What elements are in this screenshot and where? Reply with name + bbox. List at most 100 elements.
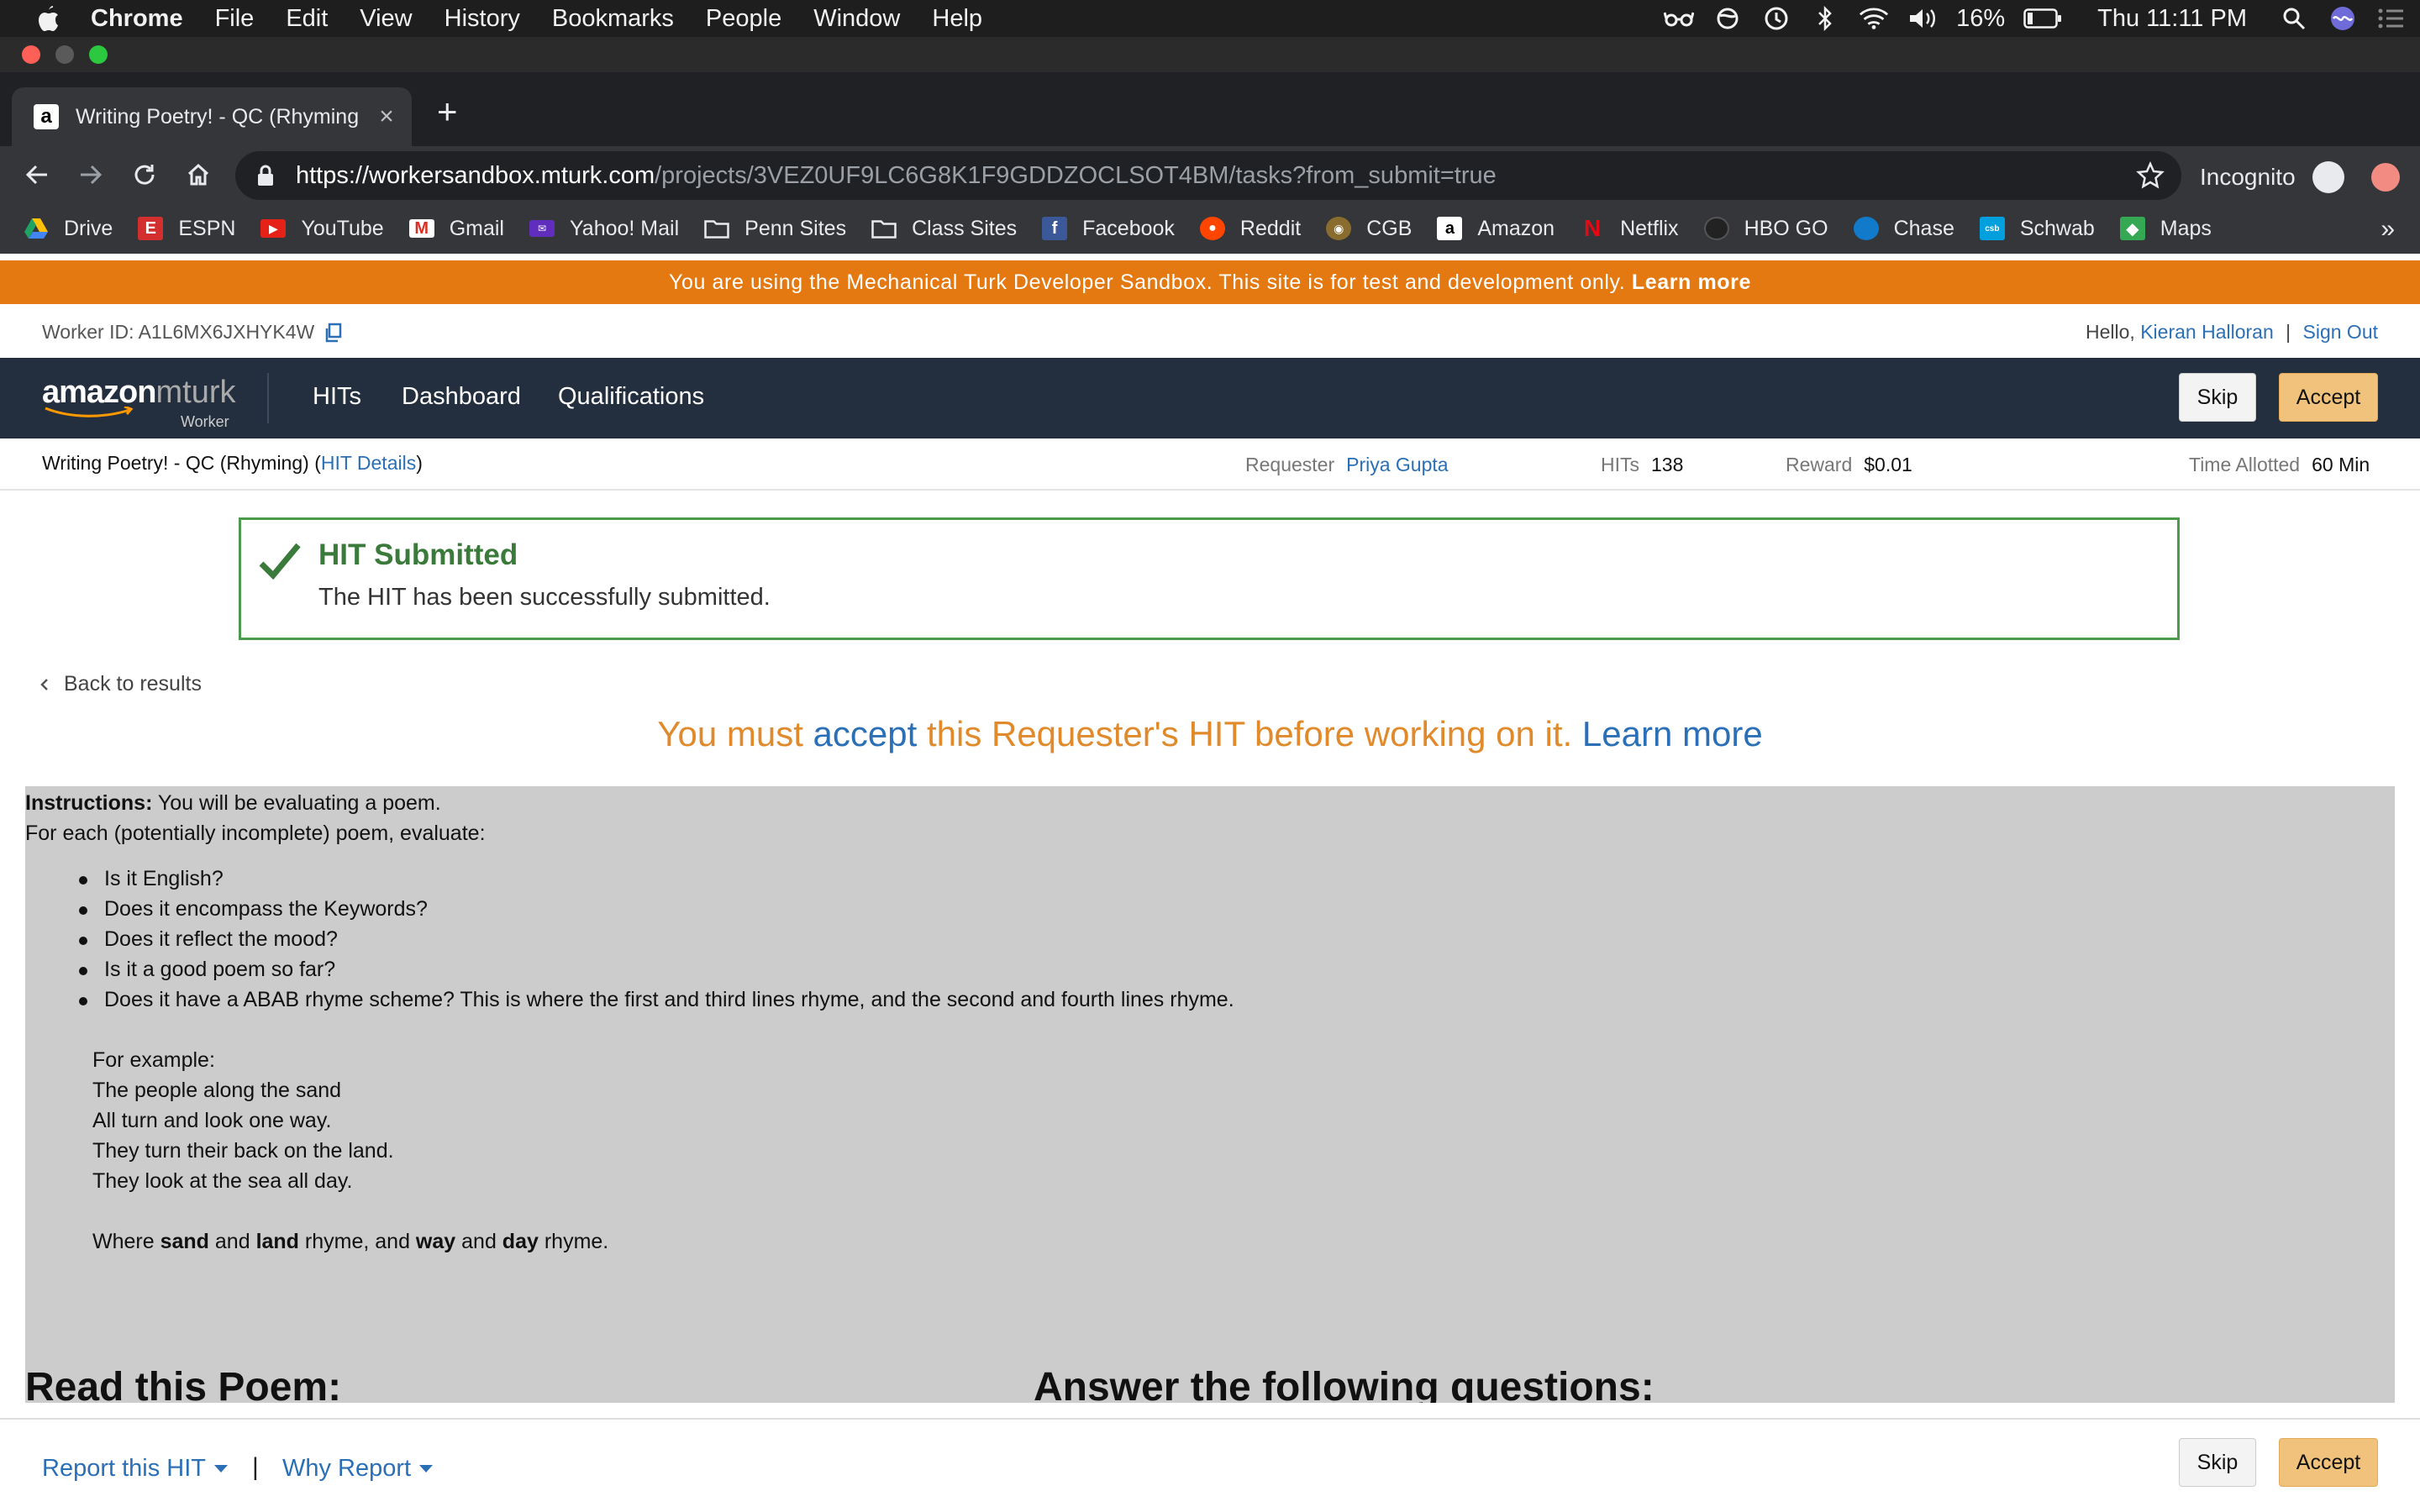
espn-icon: E [138,217,164,240]
bookmark-label: ESPN [178,216,236,240]
sign-out-link[interactable]: Sign Out [2303,321,2379,343]
menu-people[interactable]: People [706,5,781,33]
close-window-button[interactable] [22,45,40,64]
notification-center-icon[interactable] [2376,6,2407,31]
gmail-icon: M [408,219,434,238]
time-machine-icon[interactable] [1761,6,1791,31]
minimize-window-button[interactable] [55,45,74,64]
glasses-icon[interactable] [1664,6,1695,31]
page-content: You are using the Mechanical Turk Develo… [0,254,2420,1512]
nav-hits[interactable]: HITs [313,383,361,411]
bookmark-chase[interactable]: Chase [1853,217,1954,241]
report-hit-label: Report this HIT [42,1455,206,1482]
siri-icon[interactable] [2328,6,2358,31]
accept-link[interactable]: accept [813,714,918,753]
hit-details-link[interactable]: HIT Details [321,452,416,474]
logo-mturk-text: mturk [155,375,236,410]
skip-button[interactable]: Skip [2179,373,2256,422]
why-report-dropdown[interactable]: Why Report [282,1455,434,1483]
must-accept-text: this Requester's HIT before working on i… [917,714,1582,753]
close-tab-icon[interactable]: × [370,102,403,131]
footer-accept-button[interactable]: Accept [2279,1438,2378,1487]
criteria-text: Is it a good poem so far? [104,958,336,981]
bookmark-schwab[interactable]: csb Schwab [1979,217,2095,241]
report-hit-dropdown[interactable]: Report this HIT [42,1455,228,1483]
bookmark-maps[interactable]: ◆ Maps [2119,217,2212,241]
bookmark-penn-sites[interactable]: Penn Sites [704,217,846,241]
folder-icon [704,217,729,240]
nav-dashboard[interactable]: Dashboard [402,383,521,411]
bookmark-espn[interactable]: E ESPN [138,217,235,241]
forward-arrow-icon[interactable] [74,158,108,192]
example-poem-line: They turn their back on the land. [92,1139,394,1163]
home-icon[interactable] [182,158,215,192]
criteria-text: Does it reflect the mood? [104,927,338,951]
amazon-icon: a [1437,217,1463,240]
apple-icon[interactable] [35,4,60,33]
bullet-icon [79,906,87,915]
zoom-window-button[interactable] [89,45,108,64]
volume-icon[interactable] [1907,6,1938,31]
user-name-link[interactable]: Kieran Halloran [2140,321,2274,343]
menu-app-name[interactable]: Chrome [91,5,183,33]
bluetooth-icon[interactable] [1810,6,1840,31]
menu-history[interactable]: History [445,5,520,33]
back-arrow-icon[interactable] [20,158,54,192]
back-to-results-link[interactable]: Back to results [39,672,202,696]
menu-edit[interactable]: Edit [286,5,328,33]
paren-open: ( [314,452,321,474]
bullet-icon [79,876,87,885]
bookmark-netflix[interactable]: N Netflix [1580,215,1679,241]
requester-link[interactable]: Priya Gupta [1346,454,1448,475]
menu-bookmarks[interactable]: Bookmarks [552,5,674,33]
lock-icon [258,165,273,186]
bookmark-reddit[interactable]: ● Reddit [1199,217,1301,241]
bookmark-amazon[interactable]: a Amazon [1437,217,1555,241]
criteria-text: Does it have a ABAB rhyme scheme? This i… [104,988,1234,1011]
instructions-panel: Instructions: You will be evaluating a p… [25,786,2395,1403]
criteria-item: Is it a good poem so far? [67,958,335,982]
nav-qualifications[interactable]: Qualifications [558,383,704,411]
sandbox-learn-more-link[interactable]: Learn more [1632,270,1751,294]
incognito-indicator[interactable]: Incognito [2200,161,2344,193]
accept-button[interactable]: Accept [2279,373,2378,422]
menu-file[interactable]: File [215,5,255,33]
bookmark-drive[interactable]: Drive [24,217,113,241]
bookmark-label: Penn Sites [744,216,847,240]
bookmark-facebook[interactable]: f Facebook [1042,217,1175,241]
sync-icon[interactable] [1712,6,1743,31]
hits-count: 138 [1651,454,1684,475]
rhyme-word: day [502,1230,539,1253]
menu-window[interactable]: Window [813,5,900,33]
bookmark-youtube[interactable]: ▶ YouTube [260,217,384,241]
footer-skip-button[interactable]: Skip [2179,1438,2256,1487]
example-poem-line: All turn and look one way. [92,1109,332,1132]
bookmark-cgb[interactable]: ◉ CGB [1326,217,1412,241]
bookmark-hbo-go[interactable]: HBO GO [1703,217,1828,241]
reload-icon[interactable] [128,158,161,192]
bookmark-class-sites[interactable]: Class Sites [871,217,1017,241]
browser-tab[interactable]: a Writing Poetry! - QC (Rhyming × [12,87,412,146]
learn-more-link[interactable]: Learn more [1582,714,1763,753]
chrome-update-menu-icon[interactable] [2371,163,2400,192]
bookmark-yahoo-mail[interactable]: ✉ Yahoo! Mail [529,217,679,241]
new-tab-icon[interactable]: + [437,94,458,129]
bookmark-star-icon[interactable] [2136,161,2165,190]
menu-view[interactable]: View [360,5,412,33]
rhyme-word: sand [160,1230,209,1253]
bookmarks-overflow-icon[interactable]: » [2381,215,2395,244]
bookmark-label: Netflix [1620,216,1679,240]
browser-toolbar: https://workersandbox.mturk.com/projects… [0,146,2420,203]
address-bar[interactable]: https://workersandbox.mturk.com/projects… [235,151,2181,200]
bookmark-gmail[interactable]: M Gmail [408,217,504,241]
spotlight-search-icon[interactable] [2279,6,2309,31]
schwab-icon: csb [1979,217,2005,240]
battery-icon[interactable] [2023,6,2062,31]
time-allotted-label: Time Allotted [2189,454,2301,475]
answer-questions-heading: Answer the following questions: [1034,1365,1655,1403]
mturk-logo[interactable]: amazonmturk Worker [42,375,236,430]
copy-icon[interactable] [324,323,343,343]
wifi-icon[interactable] [1859,6,1889,31]
clock[interactable]: Thu 11:11 PM [2097,5,2247,33]
menu-help[interactable]: Help [932,5,982,33]
